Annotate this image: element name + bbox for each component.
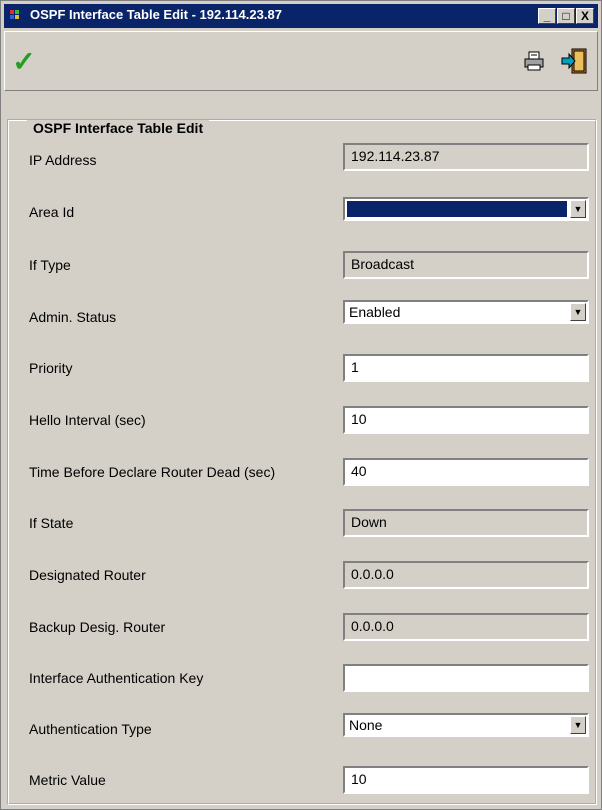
designated-router-label: Designated Router xyxy=(29,567,146,583)
dead-interval-label: Time Before Declare Router Dead (sec) xyxy=(29,464,276,480)
admin-status-select[interactable]: Enabled ▼ xyxy=(343,300,589,324)
printer-icon xyxy=(524,51,544,71)
close-button[interactable]: X xyxy=(576,8,594,24)
minimize-button[interactable]: _ xyxy=(538,8,556,24)
area-id-label: Area Id xyxy=(29,204,75,220)
hello-interval-input[interactable]: 10 xyxy=(343,406,589,434)
backup-router-label: Backup Desig. Router xyxy=(29,619,166,635)
ok-button[interactable]: ✓ xyxy=(7,44,41,78)
auth-type-select[interactable]: None ▼ xyxy=(343,713,589,737)
maximize-button[interactable]: □ xyxy=(557,8,575,24)
ip-address-field: 192.114.23.87 xyxy=(343,143,589,171)
admin-status-label: Admin. Status xyxy=(29,309,117,325)
hello-interval-label: Hello Interval (sec) xyxy=(29,412,146,428)
exit-door-icon xyxy=(561,48,587,74)
if-type-field: Broadcast xyxy=(343,251,589,279)
auth-type-label: Authentication Type xyxy=(29,721,152,737)
exit-button[interactable] xyxy=(557,44,591,78)
title-bar[interactable]: OSPF Interface Table Edit - 192.114.23.8… xyxy=(4,4,598,28)
designated-router-field: 0.0.0.0 xyxy=(343,561,589,589)
maximize-icon: □ xyxy=(562,9,570,23)
chevron-down-icon[interactable]: ▼ xyxy=(570,200,586,218)
ip-address-label: IP Address xyxy=(29,152,97,168)
area-id-select[interactable]: ▼ xyxy=(343,197,589,221)
backup-router-field: 0.0.0.0 xyxy=(343,613,589,641)
group-title: OSPF Interface Table Edit xyxy=(27,120,210,136)
chevron-down-icon[interactable]: ▼ xyxy=(570,716,586,734)
dead-interval-input[interactable]: 40 xyxy=(343,458,589,486)
chevron-down-icon[interactable]: ▼ xyxy=(570,303,586,321)
auth-key-input[interactable] xyxy=(343,664,589,692)
metric-value-input[interactable]: 10 xyxy=(343,766,589,794)
minimize-icon: _ xyxy=(543,9,551,23)
app-icon xyxy=(10,10,24,22)
window-title: OSPF Interface Table Edit - 192.114.23.8… xyxy=(30,7,282,22)
toolbar: ✓ xyxy=(4,31,598,91)
dialog-window: OSPF Interface Table Edit - 192.114.23.8… xyxy=(0,0,602,810)
if-state-field: Down xyxy=(343,509,589,537)
area-id-selection xyxy=(347,201,567,217)
metric-value-label: Metric Value xyxy=(29,772,106,788)
auth-type-value: None xyxy=(349,717,383,733)
if-state-label: If State xyxy=(29,515,74,531)
admin-status-value: Enabled xyxy=(349,304,401,320)
print-button[interactable] xyxy=(517,44,551,78)
priority-input[interactable]: 1 xyxy=(343,354,589,382)
priority-label: Priority xyxy=(29,360,73,376)
auth-key-label: Interface Authentication Key xyxy=(29,670,204,686)
close-icon: X xyxy=(580,9,589,23)
if-type-label: If Type xyxy=(29,257,71,273)
checkmark-icon: ✓ xyxy=(12,45,36,77)
